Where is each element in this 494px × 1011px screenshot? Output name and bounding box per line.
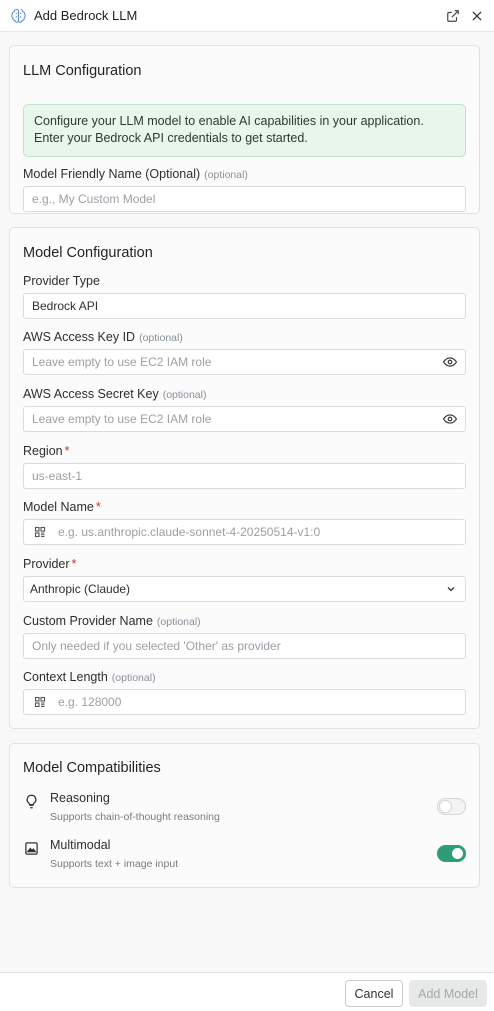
- provider-select[interactable]: Anthropic (Claude): [23, 576, 466, 602]
- model-compatibilities-title: Model Compatibilities: [23, 760, 161, 776]
- model-name-label-text: Model Name: [23, 500, 94, 514]
- model-configuration-card: Model Configuration Provider Type Bedroc…: [9, 227, 480, 729]
- secret-key-input[interactable]: Leave empty to use EC2 IAM role: [23, 406, 466, 432]
- add-model-button[interactable]: Add Model: [409, 980, 487, 1007]
- optional-tag: (optional): [204, 169, 248, 181]
- info-banner: Configure your LLM model to enable AI ca…: [23, 104, 466, 157]
- region-input[interactable]: us-east-1: [23, 463, 466, 489]
- llm-configuration-card: LLM Configuration Configure your LLM mod…: [9, 45, 480, 214]
- chevron-down-icon: [447, 587, 455, 592]
- model-compatibilities-card: Model Compatibilities Reasoning Supports…: [9, 743, 480, 888]
- lightbulb-icon: [26, 794, 37, 809]
- friendly-name-label: Model Friendly Name (Optional) (optional): [23, 167, 248, 181]
- provider-label: Provider *: [23, 557, 76, 571]
- optional-tag: (optional): [111, 672, 156, 684]
- secret-key-label-text: AWS Access Secret Key: [23, 387, 159, 401]
- model-name-placeholder: e.g. us.anthropic.claude-sonnet-4-202505…: [58, 525, 321, 539]
- custom-provider-input[interactable]: Only needed if you selected 'Other' as p…: [23, 633, 466, 659]
- provider-type-label: Provider Type: [23, 274, 100, 288]
- friendly-name-label-text: Model Friendly Name (Optional): [23, 167, 201, 181]
- model-name-input[interactable]: e.g. us.anthropic.claude-sonnet-4-202505…: [23, 519, 466, 545]
- access-key-input[interactable]: Leave empty to use EC2 IAM role: [23, 349, 466, 375]
- custom-provider-label: Custom Provider Name (optional): [23, 614, 201, 628]
- image-icon: [25, 842, 38, 855]
- provider-type-value: Bedrock API: [32, 299, 99, 313]
- provider-label-text: Provider: [23, 557, 70, 571]
- grid-icon: [34, 696, 46, 708]
- provider-type-field: Bedrock API: [23, 293, 466, 319]
- provider-selected-value: Anthropic (Claude): [30, 582, 131, 596]
- friendly-name-input[interactable]: e.g., My Custom Model: [23, 186, 466, 212]
- reasoning-toggle[interactable]: [437, 798, 466, 815]
- reasoning-capability: Reasoning Supports chain-of-thought reas…: [23, 791, 466, 831]
- eye-icon[interactable]: [443, 412, 457, 426]
- multimodal-description: Supports text + image input: [50, 858, 179, 870]
- secret-key-label: AWS Access Secret Key (optional): [23, 387, 206, 401]
- secret-key-placeholder: Leave empty to use EC2 IAM role: [32, 412, 212, 426]
- region-label: Region *: [23, 444, 70, 458]
- required-marker: *: [95, 500, 101, 514]
- multimodal-toggle[interactable]: [437, 845, 466, 862]
- window-title: Add Bedrock LLM: [34, 8, 138, 23]
- region-label-text: Region: [23, 444, 63, 458]
- optional-tag: (optional): [156, 616, 201, 628]
- custom-provider-label-text: Custom Provider Name: [23, 614, 153, 628]
- toggle-knob: [439, 800, 452, 813]
- reasoning-description: Supports chain-of-thought reasoning: [50, 811, 220, 823]
- context-length-input[interactable]: e.g. 128000: [23, 689, 466, 715]
- optional-tag: (optional): [139, 332, 183, 344]
- multimodal-capability: Multimodal Supports text + image input: [23, 838, 466, 878]
- model-name-label: Model Name *: [23, 500, 101, 514]
- custom-provider-placeholder: Only needed if you selected 'Other' as p…: [32, 639, 281, 653]
- toggle-knob: [451, 847, 464, 860]
- required-marker: *: [71, 557, 77, 571]
- eye-icon[interactable]: [443, 355, 457, 369]
- optional-tag: (optional): [162, 389, 207, 401]
- context-length-label: Context Length (optional): [23, 670, 156, 684]
- access-key-label-text: AWS Access Key ID: [23, 330, 136, 344]
- context-length-label-text: Context Length: [23, 670, 108, 684]
- cancel-button[interactable]: Cancel: [345, 980, 403, 1007]
- required-marker: *: [64, 444, 70, 458]
- external-link-icon[interactable]: [446, 9, 460, 23]
- reasoning-name: Reasoning: [50, 791, 110, 805]
- model-configuration-title: Model Configuration: [23, 245, 153, 261]
- close-icon[interactable]: [470, 9, 484, 23]
- region-value: us-east-1: [32, 469, 83, 483]
- access-key-placeholder: Leave empty to use EC2 IAM role: [32, 355, 212, 369]
- access-key-label: AWS Access Key ID (optional): [23, 330, 183, 344]
- dialog-footer: Cancel Add Model: [0, 972, 494, 1011]
- friendly-name-placeholder: e.g., My Custom Model: [32, 192, 156, 206]
- grid-icon: [34, 526, 46, 538]
- llm-configuration-title: LLM Configuration: [23, 63, 142, 79]
- multimodal-name: Multimodal: [50, 838, 111, 852]
- dialog-content[interactable]: LLM Configuration Configure your LLM mod…: [0, 32, 494, 972]
- brain-icon: [11, 8, 26, 23]
- title-bar: Add Bedrock LLM: [0, 0, 494, 32]
- context-length-placeholder: e.g. 128000: [58, 695, 122, 709]
